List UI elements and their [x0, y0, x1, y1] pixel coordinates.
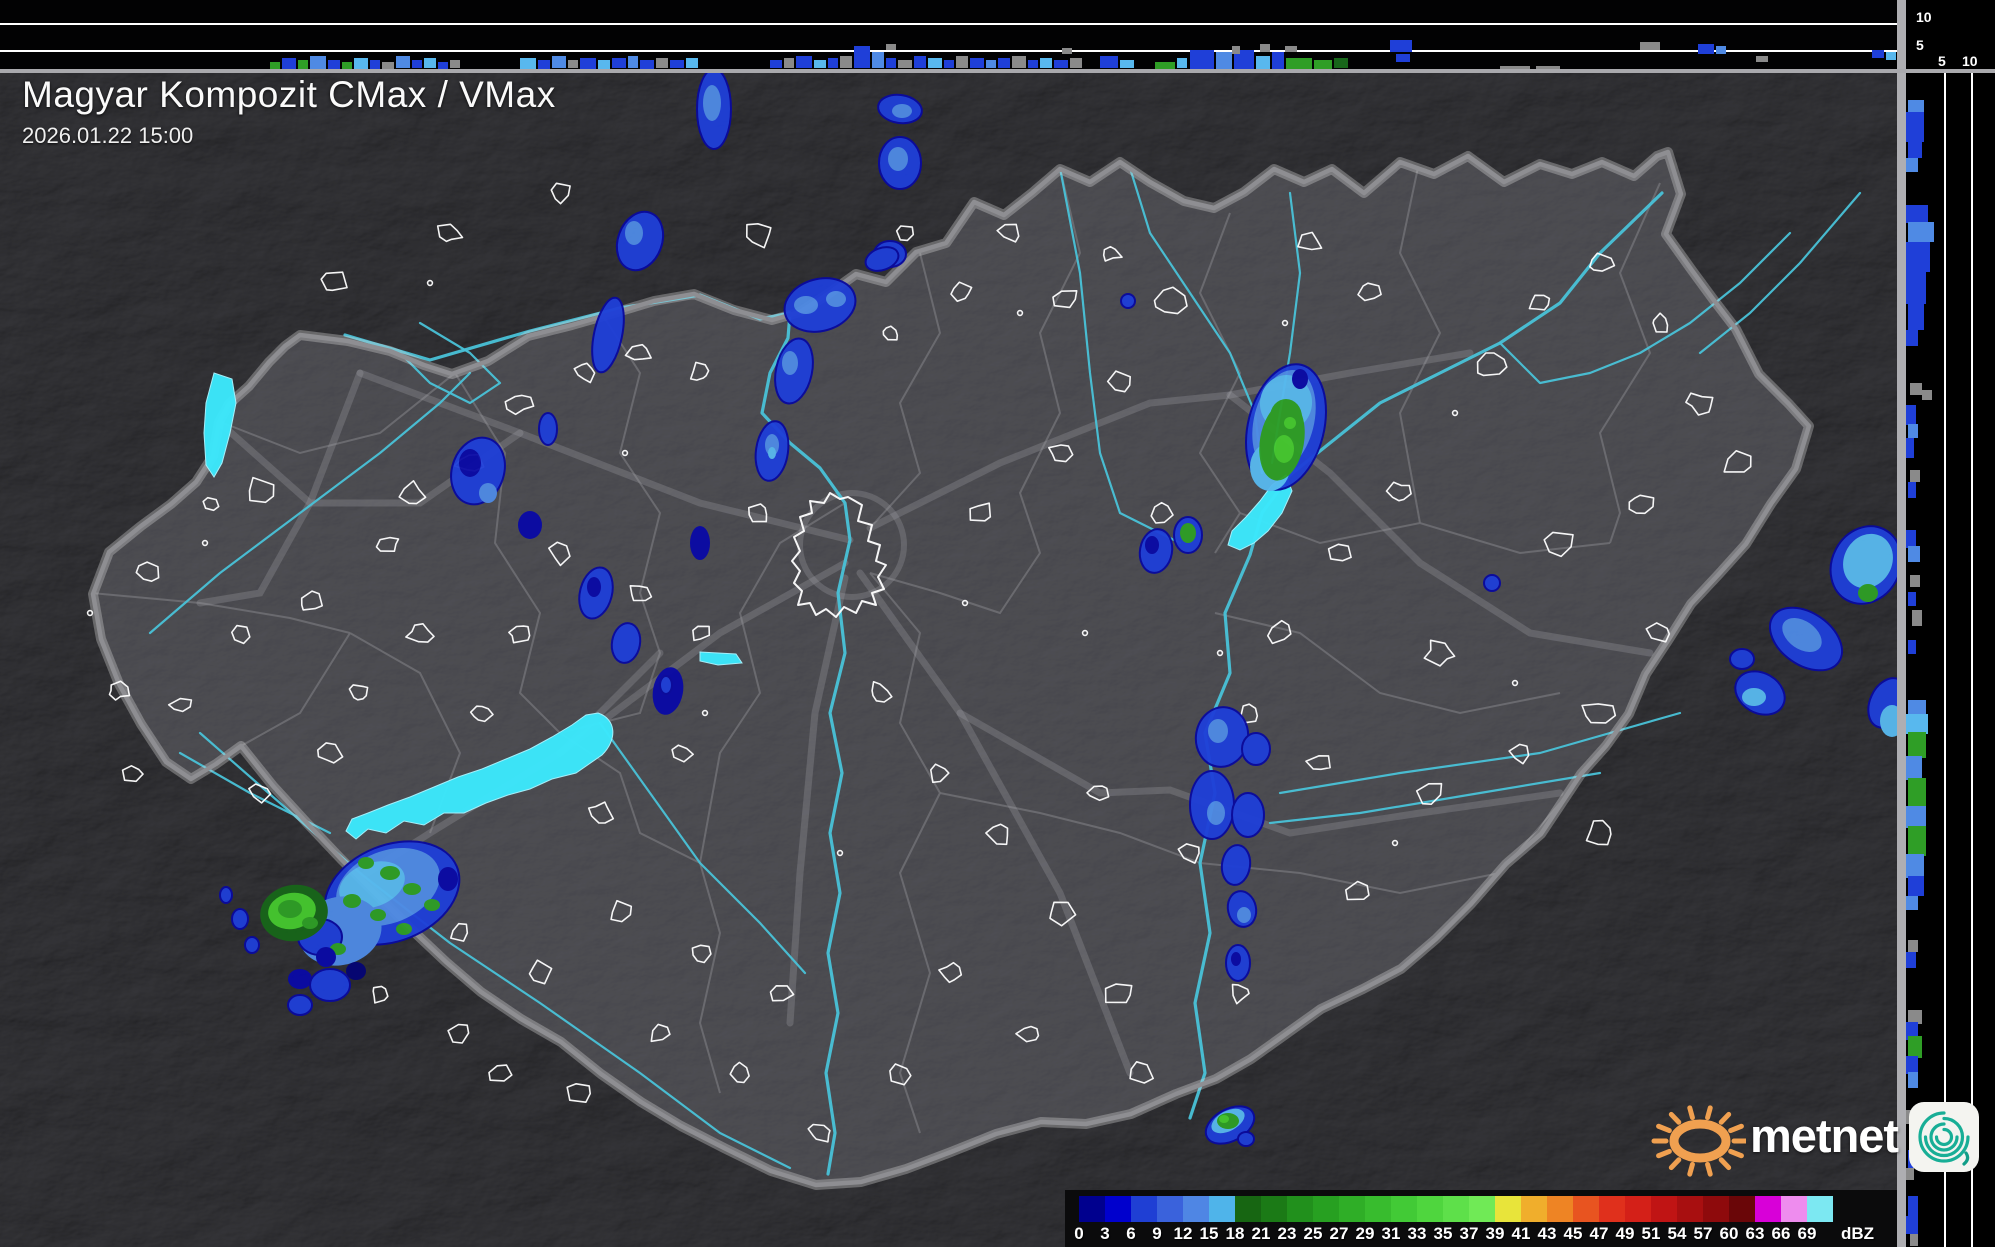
legend-color-cell — [1365, 1196, 1391, 1222]
legend-unit: dBZ — [1841, 1224, 1875, 1243]
right-profile-plot — [1906, 70, 1995, 1247]
legend-color-cell — [1521, 1196, 1547, 1222]
legend-tick: 49 — [1615, 1224, 1635, 1243]
right-axis-label-10: 10 — [1962, 53, 1978, 69]
legend-tick: 25 — [1303, 1224, 1323, 1243]
radar-screen: 10 5 5 10 Magyar Kompozit CMax / VMax 20… — [0, 0, 1995, 1247]
legend-color-bar — [1079, 1196, 1833, 1222]
top-axis-label-10: 10 — [1916, 9, 1932, 25]
legend-color-cell — [1573, 1196, 1599, 1222]
vertical-separator — [1897, 0, 1906, 1247]
legend-color-cell — [1391, 1196, 1417, 1222]
legend-tick: 21 — [1251, 1224, 1271, 1243]
top-profile-plot — [0, 0, 1897, 71]
legend-color-cell — [1313, 1196, 1339, 1222]
legend-tick: 45 — [1563, 1224, 1583, 1243]
legend-tick: 23 — [1277, 1224, 1297, 1243]
legend-tick: 31 — [1381, 1224, 1401, 1243]
legend-tick: 47 — [1589, 1224, 1609, 1243]
legend-tick: 33 — [1407, 1224, 1427, 1243]
legend-color-cell — [1131, 1196, 1157, 1222]
metnet-app-icon — [1909, 1102, 1980, 1172]
legend-color-cell — [1261, 1196, 1287, 1222]
corner-axis-block: 10 5 — [1906, 0, 1995, 70]
legend-tick: 35 — [1433, 1224, 1453, 1243]
legend-color-cell — [1235, 1196, 1261, 1222]
legend-tick: 37 — [1459, 1224, 1479, 1243]
right-profile-strip — [1906, 70, 1995, 1247]
legend-color-cell — [1287, 1196, 1313, 1222]
page-title: Magyar Kompozit CMax / VMax — [22, 74, 556, 115]
title-block: Magyar Kompozit CMax / VMax 2026.01.22 1… — [22, 74, 556, 149]
legend-tick: 9 — [1152, 1224, 1162, 1243]
legend-color-cell — [1443, 1196, 1469, 1222]
legend-color-cell — [1781, 1196, 1807, 1222]
timestamp: 2026.01.22 15:00 — [22, 123, 194, 148]
legend-color-cell — [1105, 1196, 1131, 1222]
horizontal-separator — [0, 69, 1995, 73]
legend-color-cell — [1807, 1196, 1833, 1222]
legend-color-cell — [1339, 1196, 1365, 1222]
legend-color-cell — [1209, 1196, 1235, 1222]
hungary-map-svg — [0, 68, 1909, 1247]
legend-color-cell — [1547, 1196, 1573, 1222]
right-axis-label-5: 5 — [1938, 53, 1946, 69]
legend-tick: 6 — [1126, 1224, 1136, 1243]
top-profile-strip — [0, 0, 1897, 71]
legend-tick: 66 — [1771, 1224, 1791, 1243]
legend-color-cell — [1079, 1196, 1105, 1222]
radar-map — [0, 68, 1909, 1247]
legend-color-cell — [1755, 1196, 1781, 1222]
legend-tick: 0 — [1074, 1224, 1084, 1243]
legend-color-cell — [1651, 1196, 1677, 1222]
legend-tick: 15 — [1199, 1224, 1219, 1243]
legend-tick: 69 — [1797, 1224, 1817, 1243]
legend-tick: 18 — [1225, 1224, 1245, 1243]
sun-icon — [1651, 1105, 1746, 1177]
legend-tick: 57 — [1693, 1224, 1713, 1243]
legend-tick: 29 — [1355, 1224, 1375, 1243]
legend-color-cell — [1469, 1196, 1495, 1222]
dbz-legend: 0 3 6 9 12 15 18 21 23 25 27 29 31 33 35 37 39 41 43 45 47 49… — [1065, 1190, 1897, 1247]
legend-color-cell — [1599, 1196, 1625, 1222]
legend-tick: 54 — [1667, 1224, 1687, 1243]
legend-tick: 27 — [1329, 1224, 1349, 1243]
legend-tick: 3 — [1100, 1224, 1110, 1243]
legend-color-cell — [1417, 1196, 1443, 1222]
legend-color-cell — [1625, 1196, 1651, 1222]
metnet-logo[interactable]: metnet — [1642, 1094, 1980, 1180]
legend-color-cell — [1495, 1196, 1521, 1222]
legend-tick: 63 — [1745, 1224, 1765, 1243]
legend-tick: 12 — [1173, 1224, 1193, 1243]
legend-color-cell — [1157, 1196, 1183, 1222]
legend-color-cell — [1677, 1196, 1703, 1222]
top-axis-label-5: 5 — [1916, 37, 1924, 53]
legend-tick: 43 — [1537, 1224, 1557, 1243]
legend-tick: 60 — [1719, 1224, 1739, 1243]
metnet-logo-text: metnet — [1750, 1108, 1899, 1162]
legend-color-cell — [1703, 1196, 1729, 1222]
legend-tick: 41 — [1511, 1224, 1531, 1243]
legend-color-cell — [1729, 1196, 1755, 1222]
legend-color-cell — [1183, 1196, 1209, 1222]
legend-tick: 51 — [1641, 1224, 1661, 1243]
legend-tick: 39 — [1485, 1224, 1505, 1243]
